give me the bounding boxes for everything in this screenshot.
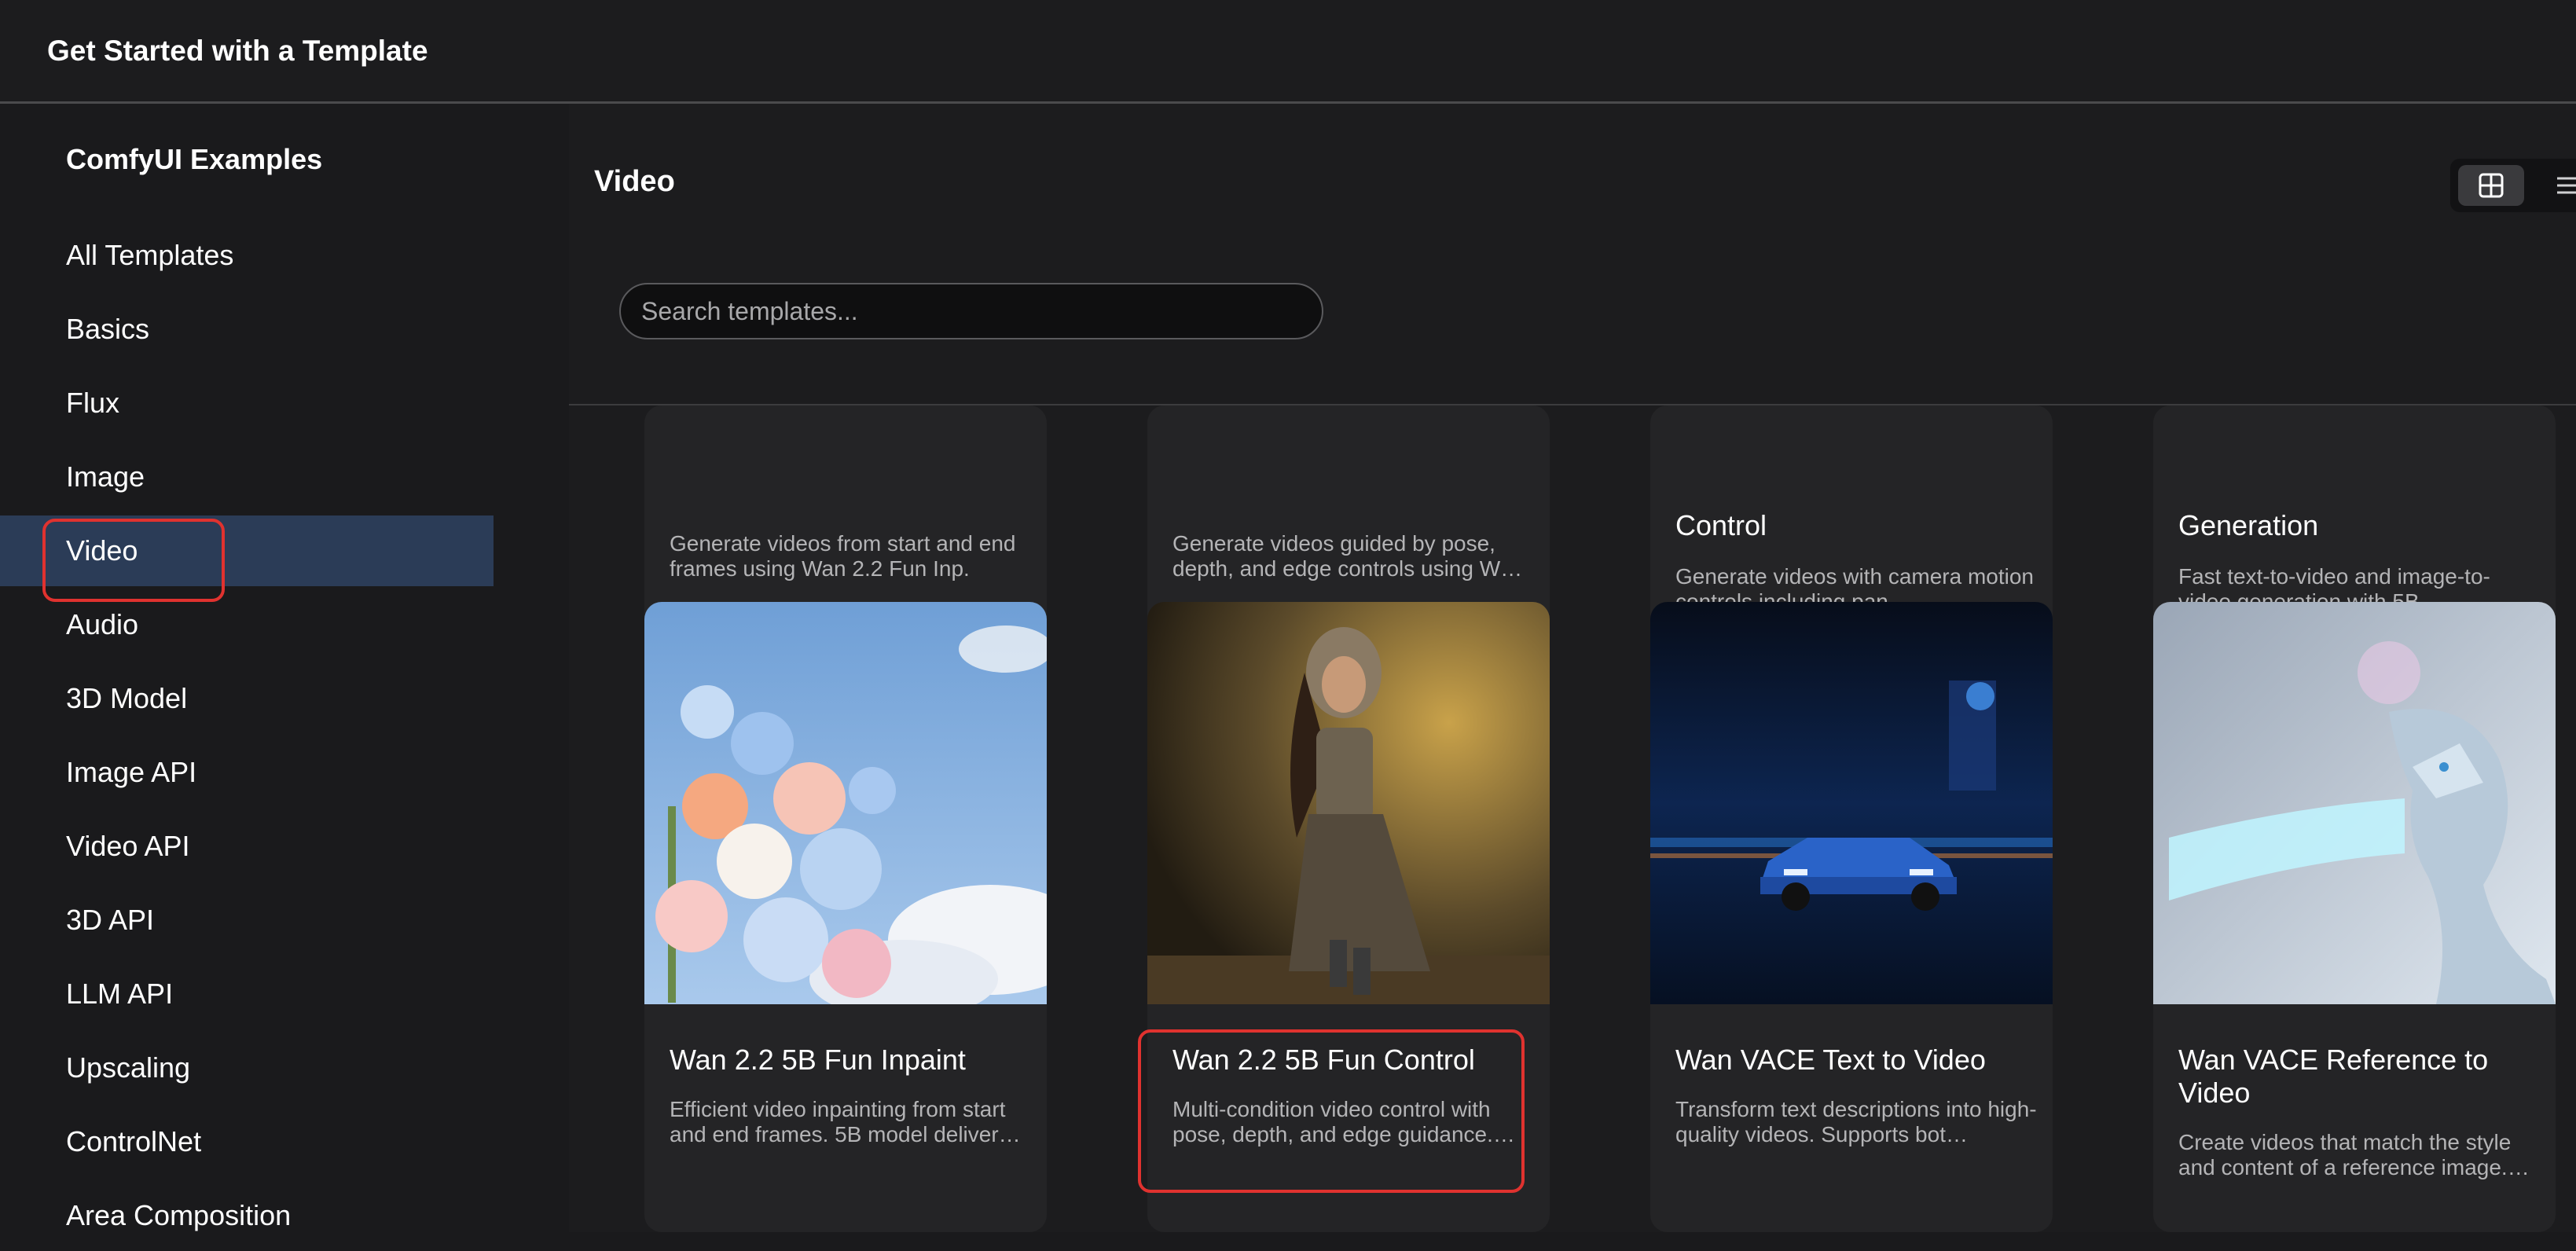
card-title: Wan 2.2 5B Fun Inpaint [670,1044,966,1076]
sidebar-item-video-api[interactable]: Video API [0,811,494,882]
card-description: Efficient video inpainting from start an… [670,1097,1021,1146]
hooded-warrior-image [1147,602,1550,1004]
sidebar-item-llm-api[interactable]: LLM API [0,959,494,1029]
sidebar-item-area-composition[interactable]: Area Composition [0,1180,494,1251]
card-description: Transform text descriptions into high-qu… [1675,1097,2037,1146]
grid-icon [2479,173,2504,198]
main-content: Video Generate videos from start and end… [569,104,2576,1232]
dialog-header: Get Started with a Template [0,0,2576,104]
sidebar-item-upscaling[interactable]: Upscaling [0,1033,494,1103]
night-car-image [1650,602,2053,1004]
template-card-wan-vace-ref2v[interactable]: Wan VACE Reference to Video Create video… [2153,602,2556,1232]
video-highlight-annotation [42,519,225,602]
card-description: Generate videos from start and end frame… [670,531,1016,581]
sidebar-item-3d-api[interactable]: 3D API [0,885,494,956]
list-icon [2557,177,2576,194]
sidebar-item-3d-model[interactable]: 3D Model [0,663,494,734]
sidebar-item-all-templates[interactable]: All Templates [0,220,494,291]
grid-view-button[interactable] [2458,165,2524,206]
sidebar-item-image-api[interactable]: Image API [0,737,494,808]
card-title: Control [1675,509,1767,541]
dialog-title: Get Started with a Template [47,35,428,67]
sidebar: ComfyUI Examples All Templates Basics Fl… [0,104,494,1232]
sidebar-item-flux[interactable]: Flux [0,368,494,438]
fun-control-highlight-annotation [1138,1029,1525,1193]
card-title: Generation [2178,509,2319,541]
sidebar-item-controlnet[interactable]: ControlNet [0,1106,494,1177]
view-mode-toggle [2450,159,2576,212]
card-title: Wan VACE Text to Video [1675,1044,1986,1076]
ice-dragon-image [2153,602,2556,1004]
card-title: Wan VACE Reference to Video [2178,1044,2489,1109]
section-title: Video [594,165,675,198]
list-view-button[interactable] [2532,165,2576,206]
card-description: Generate videos guided by pose, depth, a… [1172,531,1523,581]
template-card-wan-vace-t2v[interactable]: Wan VACE Text to Video Transform text de… [1650,602,2053,1232]
search-input[interactable] [619,283,1323,339]
sidebar-item-basics[interactable]: Basics [0,294,494,365]
sidebar-item-image[interactable]: Image [0,442,494,512]
sidebar-heading: ComfyUI Examples [66,143,323,175]
flowers-sky-image [644,602,1047,1004]
card-description: Create videos that match the style and c… [2178,1130,2530,1179]
template-card-wan-fun-inpaint[interactable]: Wan 2.2 5B Fun Inpaint Efficient video i… [644,602,1047,1232]
